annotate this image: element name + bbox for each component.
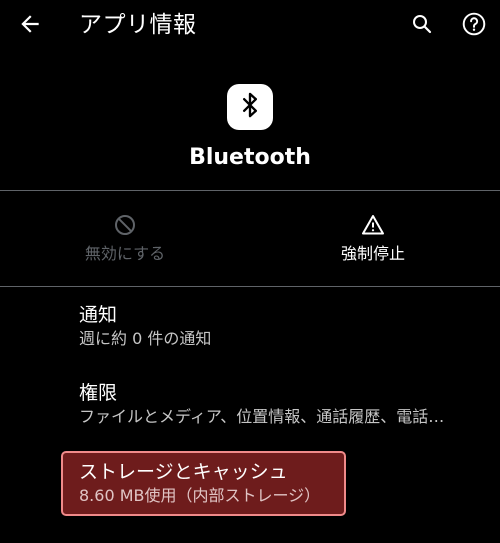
- app-icon: [227, 84, 273, 130]
- search-icon: [410, 12, 434, 40]
- warning-icon: [360, 212, 386, 238]
- bluetooth-icon: [236, 91, 264, 123]
- notifications-preference[interactable]: 通知 週に約 0 件の通知: [79, 302, 489, 350]
- divider: [0, 286, 500, 287]
- notifications-summary: 週に約 0 件の通知: [79, 329, 212, 348]
- page-title: アプリ情報: [79, 12, 197, 38]
- divider: [0, 190, 500, 191]
- back-button[interactable]: [14, 10, 46, 42]
- force-stop-label: 強制停止: [340, 244, 405, 263]
- block-icon: [112, 212, 138, 238]
- permissions-title: 権限: [79, 382, 118, 404]
- force-stop-button[interactable]: 強制停止: [248, 212, 498, 272]
- help-button[interactable]: [458, 10, 490, 42]
- search-button[interactable]: [406, 10, 438, 42]
- disable-label: 無効にする: [84, 244, 166, 263]
- app-name: Bluetooth: [189, 145, 311, 170]
- storage-title: ストレージとキャッシュ: [79, 461, 288, 483]
- help-circle-icon: [461, 11, 487, 41]
- notifications-title: 通知: [79, 304, 118, 326]
- arrow-back-icon: [17, 11, 43, 41]
- permissions-summary: ファイルとメディア、位置情報、通話履歴、電話…: [79, 407, 445, 426]
- disable-button[interactable]: 無効にする: [0, 212, 250, 272]
- storage-summary: 8.60 MB使用（内部ストレージ）: [79, 486, 321, 505]
- storage-preference[interactable]: ストレージとキャッシュ 8.60 MB使用（内部ストレージ）: [79, 459, 489, 507]
- app-bar: アプリ情報: [0, 0, 500, 52]
- permissions-preference[interactable]: 権限 ファイルとメディア、位置情報、通話履歴、電話…: [79, 380, 489, 428]
